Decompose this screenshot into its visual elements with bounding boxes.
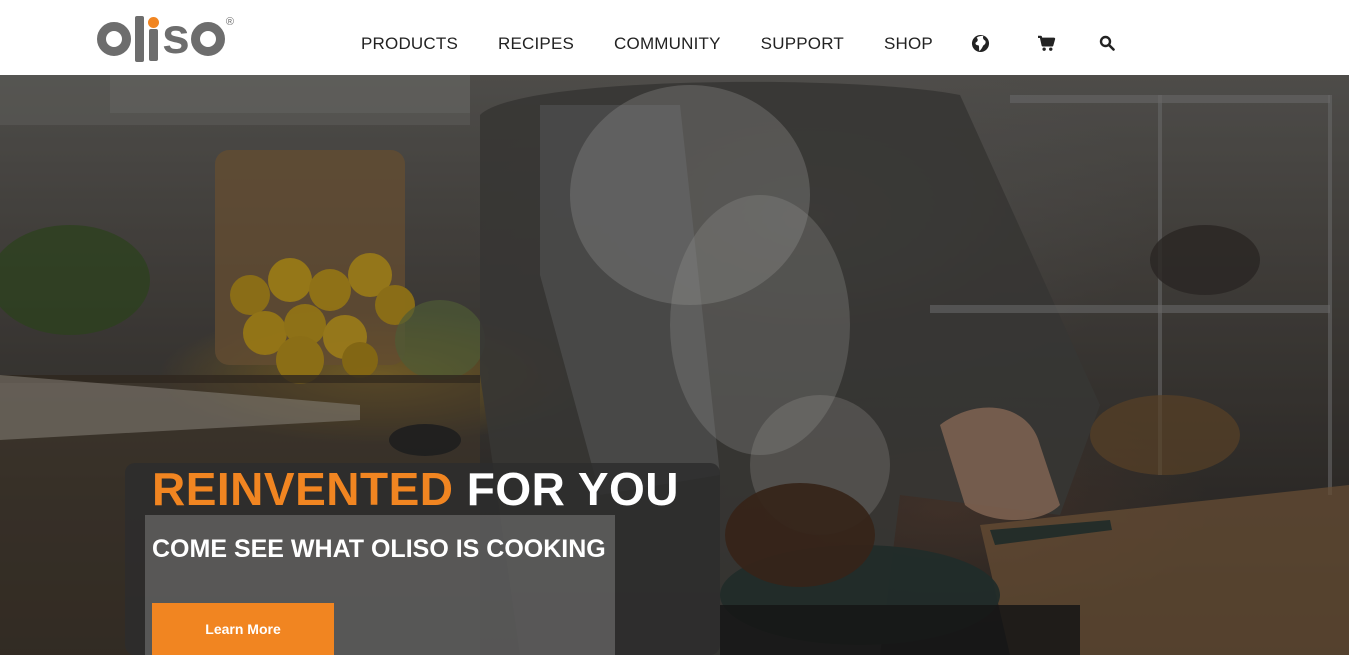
- header-icons: [970, 33, 1117, 53]
- logo-letter-o: [97, 22, 131, 56]
- site-header: s ® PRODUCTS RECIPES COMMUNITY SUPPORT S…: [0, 0, 1349, 75]
- main-nav: PRODUCTS RECIPES COMMUNITY SUPPORT SHOP: [361, 34, 973, 54]
- hero-headline: REINVENTED FOR YOU: [152, 462, 679, 516]
- headline-rest: FOR YOU: [453, 463, 679, 515]
- globe-icon[interactable]: [970, 33, 990, 53]
- logo-orange-dot: [148, 17, 159, 28]
- logo-letter-l: [135, 16, 144, 62]
- nav-shop[interactable]: SHOP: [884, 34, 933, 54]
- cart-icon[interactable]: [1036, 33, 1056, 53]
- logo-letter-i: [146, 15, 160, 63]
- nav-recipes[interactable]: RECIPES: [498, 34, 574, 54]
- hero-banner: [0, 75, 1349, 655]
- nav-community[interactable]: COMMUNITY: [614, 34, 721, 54]
- registered-mark: ®: [225, 16, 234, 28]
- nav-products[interactable]: PRODUCTS: [361, 34, 458, 54]
- logo-letter-s: s: [162, 8, 190, 64]
- headline-accent: REINVENTED: [152, 463, 454, 515]
- logo-letter-o-2: [190, 22, 225, 56]
- learn-more-button[interactable]: Learn More: [152, 603, 334, 655]
- hero-overlay: [0, 75, 1349, 655]
- search-icon[interactable]: [1097, 33, 1117, 53]
- hero-subheadline: COME SEE WHAT OLISO IS COOKING: [152, 535, 606, 563]
- nav-support[interactable]: SUPPORT: [761, 34, 844, 54]
- logo-i-stem: [149, 29, 158, 61]
- oliso-logo[interactable]: s ®: [97, 8, 237, 64]
